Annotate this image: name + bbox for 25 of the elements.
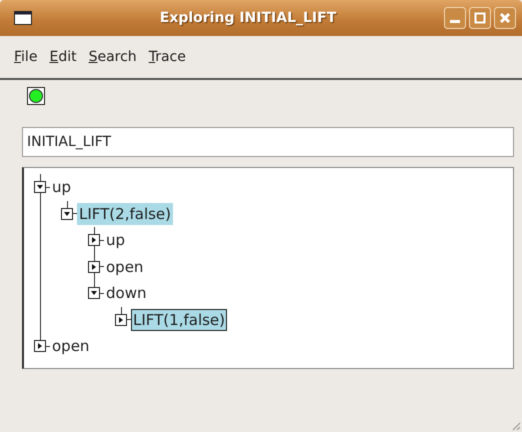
menu-item[interactable]: Edit [49,47,77,67]
expand-toggle-icon[interactable] [88,260,100,273]
expand-toggle-icon[interactable] [34,340,46,352]
maximize-button[interactable] [469,7,491,29]
window-title: Exploring INITIAL_LIFT [158,10,338,26]
menu-item[interactable]: Search [88,47,137,67]
tree-node[interactable]: open [50,335,92,358]
expand-toggle-icon[interactable] [115,314,127,326]
tree-node[interactable]: LIFT(2,false) [77,202,174,225]
tree-node[interactable]: up [50,176,74,198]
state-field[interactable]: INITIAL_LIFT [22,127,514,157]
resize-grip-icon[interactable] [511,421,521,431]
minimize-button[interactable] [444,7,466,29]
close-button[interactable] [494,7,516,29]
tree-node[interactable]: open [104,256,146,278]
window-icon [14,11,32,25]
expand-toggle-icon[interactable] [88,234,100,246]
collapse-toggle-icon[interactable] [88,287,100,300]
menu-item[interactable]: File [14,47,38,67]
collapse-toggle-icon[interactable] [34,181,46,194]
tree-node[interactable]: up [104,229,128,252]
tree-node[interactable]: LIFT(1,false) [131,308,228,331]
tree-node[interactable]: down [104,282,148,304]
menu-item[interactable]: Trace [148,47,186,67]
collapse-toggle-icon[interactable] [61,208,73,220]
